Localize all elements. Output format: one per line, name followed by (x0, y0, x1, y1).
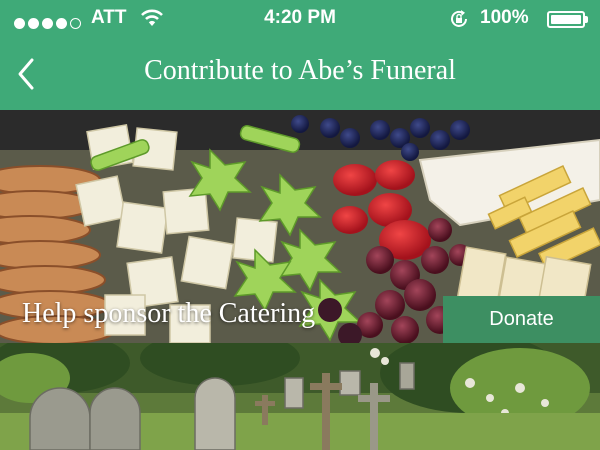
battery-percent: 100% (480, 7, 529, 28)
card-caption: Help sponsor the Catering (22, 298, 316, 329)
status-bar: ATT 4:20 PM 100% (0, 0, 600, 38)
battery-icon (547, 11, 585, 28)
header-bar: ATT 4:20 PM 100% Contribute to Abe’s Fun… (0, 0, 600, 110)
battery-cap (585, 16, 588, 23)
cemetery-photo (0, 343, 600, 450)
page-title: Contribute to Abe’s Funeral (144, 55, 456, 86)
rotation-lock-icon (451, 10, 467, 27)
donate-button[interactable]: Donate (443, 296, 600, 343)
